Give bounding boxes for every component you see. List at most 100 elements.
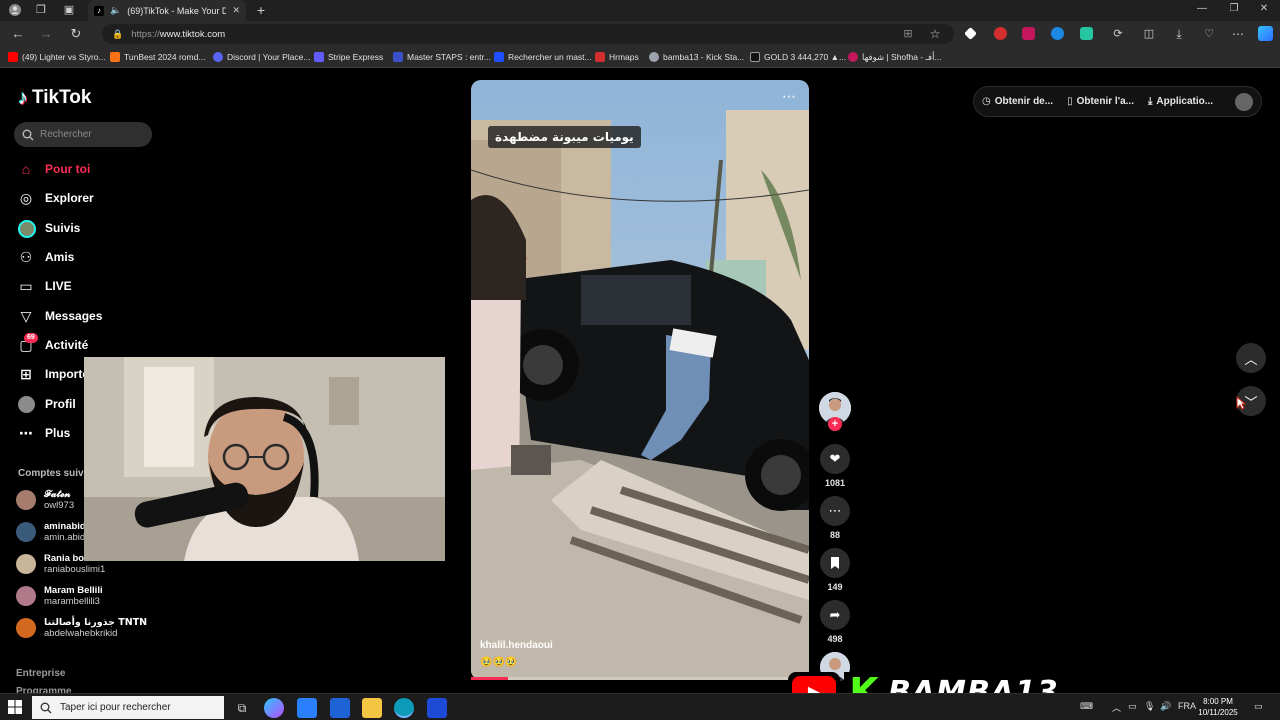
top-actions-bar: ◷ Obtenir de... ▯ Obtenir l'a... ⤓ Applicat… [973, 86, 1262, 117]
nav-messages[interactable]: ▽ Messages [18, 305, 103, 327]
nav-label: Suivis [45, 221, 81, 235]
split-screen-icon[interactable]: ◫ [1141, 26, 1157, 42]
extensions-icon[interactable]: ⟳ [1110, 26, 1126, 42]
bookmark-icon[interactable] [820, 548, 850, 578]
restore-icon[interactable]: ❐ [1226, 3, 1242, 17]
nav-label: Messages [45, 309, 103, 323]
language-indicator[interactable]: FRA [1178, 701, 1196, 711]
new-tab-icon[interactable]: + [254, 3, 268, 17]
bookmark-item[interactable]: Discord | Your Place... [213, 50, 310, 64]
following-account[interactable]: جذورنا وأصالتنا TNTN abdelwahebkrikid [16, 614, 147, 642]
bookmark-favicon-icon [848, 52, 858, 62]
favorite-star-icon[interactable]: ☆ [927, 26, 943, 42]
lock-icon[interactable]: 🔒 [112, 29, 123, 40]
copilot-icon[interactable] [1258, 26, 1273, 41]
microphone-icon[interactable]: 🎙 [1144, 701, 1155, 712]
search-input[interactable]: Rechercher [14, 122, 152, 147]
comment-action[interactable]: ⋯ 88 [820, 496, 850, 540]
desktop-app-button[interactable]: ⤓ Applicatio... [1148, 96, 1213, 107]
clock[interactable]: 8:00 PM 10/11/2025 [1196, 696, 1240, 718]
vertical-tabs-icon[interactable]: ▣ [62, 3, 76, 17]
nav-importer[interactable]: ⊞ Importer [18, 363, 94, 385]
nav-plus[interactable]: ⋯ Plus [18, 422, 70, 444]
bookmark-favicon-icon [649, 52, 659, 62]
user-avatar[interactable] [1235, 92, 1253, 111]
nav-pour-toi[interactable]: ⌂ Pour toi [18, 158, 91, 180]
bookmark-item[interactable]: Hrmaps [595, 50, 639, 64]
bookmark-item[interactable]: (49) Lighter vs Styro... [8, 50, 106, 64]
bookmark-favicon-icon [8, 52, 18, 62]
bookmark-item[interactable]: شوفها | Shofha - أفـ... [848, 50, 942, 64]
footer-link[interactable]: Entreprise [16, 665, 72, 683]
following-account[interactable]: Maram Bellili marambellili3 [16, 582, 103, 610]
share-icon[interactable]: ➦ [820, 600, 850, 630]
heart-icon[interactable]: ❤ [820, 444, 850, 474]
following-account[interactable]: aminabid amin.abid [16, 518, 86, 546]
video-player[interactable] [471, 80, 809, 680]
extension-diamond-icon[interactable] [964, 27, 977, 40]
network-icon[interactable]: ▭ [1128, 701, 1137, 712]
performance-icon[interactable]: ♡ [1201, 26, 1217, 42]
bookmark-label: (49) Lighter vs Styro... [22, 52, 106, 62]
downloads-icon[interactable]: ⤓ [1171, 26, 1187, 42]
url-input[interactable]: 🔒 https://www.tiktok.com [102, 24, 954, 44]
back-icon[interactable]: ← [10, 26, 26, 42]
comment-icon[interactable]: ⋯ [820, 496, 850, 526]
previous-video-button[interactable]: ︿ [1236, 343, 1266, 373]
bookmark-label: Rechercher un mast... [508, 52, 592, 62]
video-progress-bar[interactable] [471, 677, 809, 680]
store-icon[interactable] [297, 698, 317, 718]
tray-overflow-icon[interactable]: ︿ [1112, 701, 1121, 714]
get-coins-button[interactable]: ◷ Obtenir de... [982, 96, 1053, 107]
nav-activite[interactable]: ▢ 69 Activité [18, 333, 88, 356]
copilot-taskbar-icon[interactable] [264, 698, 284, 718]
search-icon [22, 129, 34, 140]
keyboard-icon[interactable]: ⌨ [1080, 701, 1093, 712]
nav-live[interactable]: ▭ LIVE [18, 275, 71, 297]
minimize-icon[interactable]: — [1194, 3, 1210, 17]
forward-icon[interactable]: → [38, 26, 54, 42]
taskbar-search-input[interactable]: Taper ici pour rechercher [32, 696, 224, 719]
extension-green-icon[interactable] [1080, 27, 1093, 40]
task-view-icon[interactable]: ⧉ [232, 698, 252, 718]
like-action[interactable]: ❤ 1081 [820, 444, 850, 488]
extension-red-icon[interactable] [994, 27, 1007, 40]
workspaces-icon[interactable]: ❐ [34, 3, 48, 17]
extension-pink-icon[interactable] [1022, 27, 1035, 40]
close-tab-icon[interactable]: ✕ [232, 5, 240, 16]
url-host: www.tiktok.com [159, 28, 226, 40]
app-available-icon[interactable]: ⊞ [900, 26, 916, 42]
nav-explorer[interactable]: ◎ Explorer [18, 187, 94, 209]
extension-blue-icon[interactable] [1051, 27, 1064, 40]
share-action[interactable]: ➦ 498 [820, 600, 850, 644]
volume-icon[interactable]: 🔊 [1160, 701, 1171, 712]
speaker-icon[interactable]: 🔈 [110, 5, 121, 16]
following-account[interactable]: 𝓕𝓪𝓽𝓮𝓷 owl973 [16, 486, 74, 514]
tiktok-logo[interactable]: ♪ TikTok [18, 86, 91, 110]
close-window-icon[interactable]: ✕ [1256, 3, 1272, 17]
app-icon[interactable] [427, 698, 447, 718]
save-action[interactable]: 149 [820, 548, 850, 592]
bookmark-item[interactable]: TunBest 2024 romd... [110, 50, 205, 64]
tab-tiktok[interactable]: ♪ 🔈 (69)TikTok - Make Your Day ✕ [88, 0, 246, 21]
edge-icon[interactable] [394, 698, 414, 718]
video-author[interactable]: khalil.hendaoui [480, 640, 553, 651]
bookmark-item[interactable]: Master STAPS : entr... [393, 50, 491, 64]
menu-dots-icon[interactable]: ⋯ [1230, 26, 1246, 42]
bookmark-item[interactable]: Stripe Express [314, 50, 383, 64]
windows-start-icon[interactable] [8, 700, 22, 714]
bookmark-item[interactable]: GOLD 3 444,270 ▲... [750, 50, 846, 64]
outlook-icon[interactable] [330, 698, 350, 718]
nav-profil[interactable]: Profil [18, 393, 76, 415]
refresh-icon[interactable]: ↻ [68, 26, 84, 42]
browser-profile-icon[interactable] [8, 3, 22, 17]
follow-plus-icon[interactable]: + [828, 417, 842, 431]
file-explorer-icon[interactable] [362, 698, 382, 718]
nav-amis[interactable]: ⚇ Amis [18, 246, 75, 268]
video-more-options-icon[interactable]: ⋯ [782, 88, 797, 105]
notifications-icon[interactable]: ▭ [1254, 701, 1263, 712]
get-app-button[interactable]: ▯ Obtenir l'a... [1067, 96, 1134, 107]
bookmark-item[interactable]: bamba13 - Kick Sta... [649, 50, 744, 64]
bookmark-item[interactable]: Rechercher un mast... [494, 50, 592, 64]
nav-suivis[interactable]: Suivis [18, 217, 80, 239]
